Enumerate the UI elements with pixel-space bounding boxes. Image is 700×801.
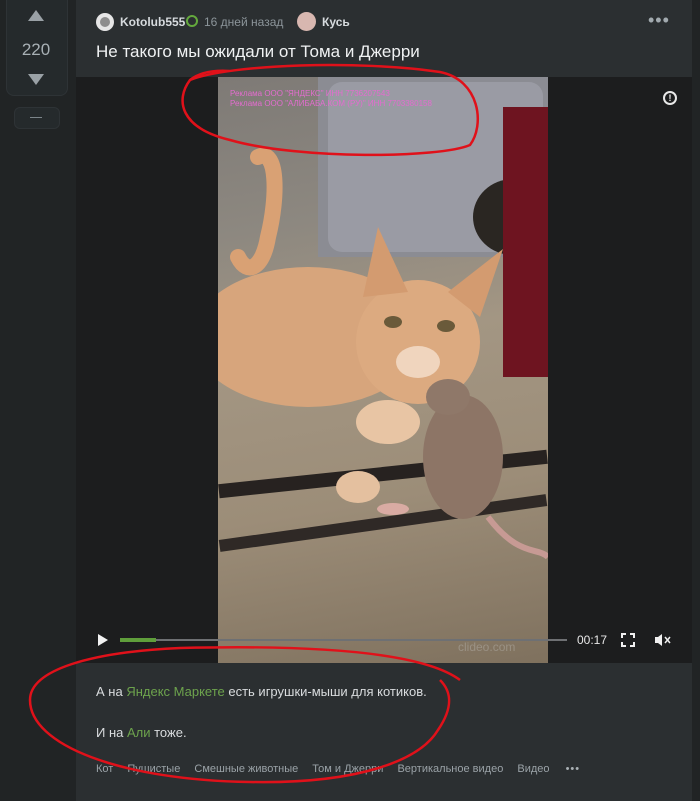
tag-item[interactable]: Кот (96, 763, 113, 775)
text-fragment: тоже. (150, 725, 187, 740)
progress-bar[interactable] (120, 639, 567, 641)
video-frame[interactable]: Реклама ООО "ЯНДЕКС" ИНН 7736207543 Рекл… (218, 77, 548, 663)
green-swirl-icon (186, 15, 198, 27)
tag-item[interactable]: Видео (517, 763, 549, 775)
tag-item[interactable]: Смешные животные (194, 763, 298, 775)
post-paragraph: А на Яндекс Маркете есть игрушки-мыши дл… (96, 684, 427, 699)
tag-item[interactable]: Вертикальное видео (397, 763, 503, 775)
tag-item[interactable]: Пушистые (127, 763, 180, 775)
video-duration: 00:17 (577, 633, 608, 647)
post-paragraph: И на Али тоже. (96, 725, 187, 740)
vertical-dots-icon[interactable]: ••• (648, 11, 670, 29)
info-icon[interactable]: ! (663, 91, 677, 105)
video-still (218, 77, 548, 560)
vote-extra-button[interactable] (14, 107, 60, 129)
author-avatar[interactable] (96, 13, 114, 31)
play-icon[interactable] (98, 634, 108, 646)
downvote-button[interactable] (28, 74, 44, 85)
vote-count: 220 (21, 40, 51, 59)
mute-icon[interactable] (654, 633, 672, 647)
text-fragment: есть игрушки-мыши для котиков. (224, 684, 427, 699)
tag-item[interactable]: Том и Джерри (312, 763, 383, 775)
more-tags-button[interactable]: ••• (566, 763, 581, 775)
text-fragment: И на (96, 725, 127, 740)
fullscreen-icon[interactable] (621, 633, 635, 647)
post-title[interactable]: Не такого мы ожидали от Тома и Джерри (96, 42, 420, 62)
text-fragment: А на (96, 684, 127, 699)
progress-fill (120, 638, 156, 642)
yandex-market-link[interactable]: Яндекс Маркете (126, 684, 224, 699)
upvote-button[interactable] (28, 10, 44, 21)
ali-link[interactable]: Али (127, 725, 151, 740)
ad-disclosure-line: Реклама ООО "АЛИБАБА.КОМ (РУ)" ИНН 77033… (230, 99, 432, 108)
tag-list: Кот Пушистые Смешные животные Том и Джер… (96, 763, 580, 775)
community-avatar[interactable] (297, 12, 316, 31)
post-time: 16 дней назад (204, 15, 284, 29)
ad-disclosure-line: Реклама ООО "ЯНДЕКС" ИНН 7736207543 (230, 89, 390, 98)
author-name[interactable]: Kotolub555 (120, 15, 185, 29)
video-watermark: clideo.com (458, 640, 516, 654)
community-name[interactable]: Кусь (322, 15, 350, 29)
